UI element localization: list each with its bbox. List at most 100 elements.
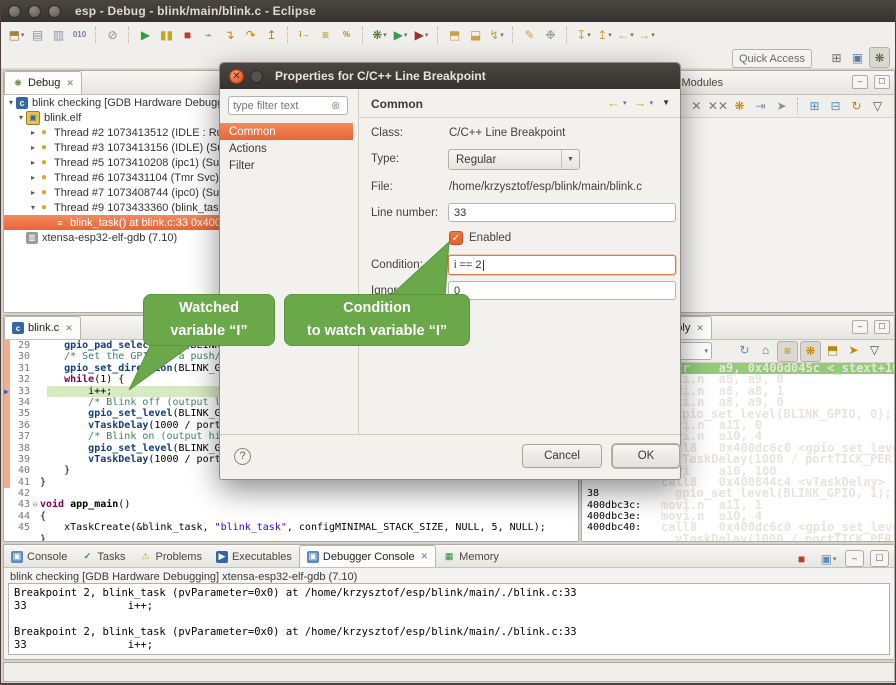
forward-caret-icon[interactable]: ▾ [651,31,655,39]
new-wizard-icon[interactable]: ⬒▾ [7,25,26,44]
run-caret-icon[interactable]: ▾ [404,31,408,39]
forward-caret-icon[interactable]: ▾ [650,99,654,107]
debug-tree-item[interactable]: ▥xtensa-esp32-elf-gdb (7.10) [4,230,232,245]
debug-tree-item[interactable]: ▸●Thread #7 1073408744 (ipc0) (Suspended [4,185,232,200]
last-edit-location-icon[interactable]: ↧▾ [574,25,593,44]
instruction-stepping-icon[interactable]: i→ [295,25,314,44]
mark-occurrences-icon[interactable]: ✎ [520,25,539,44]
condition-field[interactable]: i == 2 [448,255,676,275]
line-number-field[interactable]: 33 [448,203,676,222]
minimize-view-icon[interactable]: – [852,320,868,334]
show-source-icon[interactable]: ≡ [777,341,798,362]
debug-tree-item[interactable]: ▾▣blink.elf [4,110,232,125]
go-to-annotation-icon[interactable]: ↥▾ [595,25,614,44]
tree-expander-icon[interactable]: ▸ [28,143,38,152]
tree-expander-icon[interactable]: ▸ [28,188,38,197]
terminate-console-icon[interactable]: ■ [791,548,812,569]
go-home-icon[interactable]: ⌂ [756,341,775,360]
view-menu-icon[interactable]: ▽ [868,97,887,116]
editor-line[interactable]: 42 [13,488,578,499]
dialog-nav-filter[interactable]: Filter [220,157,353,174]
refresh-icon[interactable]: ↻ [735,341,754,360]
help-icon[interactable]: ? [234,448,251,465]
cpp-perspective-icon[interactable]: ▣ [848,48,867,67]
dialog-window-button[interactable] [250,70,263,83]
refresh-icon[interactable]: ↻ [847,97,866,116]
debug-tree-item[interactable]: ▾cblink checking [GDB Hardware Debugging… [4,95,232,110]
tab-debugger-console[interactable]: ▣Debugger Console✕ [299,545,436,567]
console-output[interactable]: Breakpoint 2, blink_task (pvParameter=0x… [8,583,890,655]
window-minimize-button[interactable] [28,5,41,18]
window-maximize-button[interactable] [48,5,61,18]
select-pointer-icon[interactable]: ➤ [772,97,791,116]
debug-perspective-icon[interactable]: ❋ [869,47,890,68]
back-caret-icon[interactable]: ▾ [630,31,634,39]
debug-tree-item[interactable]: ▸●Thread #6 1073431104 (Tmr Svc) (Suspen [4,170,232,185]
tree-expander-icon[interactable]: ▾ [16,113,26,122]
tree-expander-icon[interactable]: ▾ [6,98,16,107]
dialog-titlebar[interactable]: ✕ Properties for C/C++ Line Breakpoint [220,63,680,89]
tab-tasks[interactable]: ✓Tasks [74,546,132,567]
new-wizard-caret-icon[interactable]: ▾ [21,31,25,39]
collapse-all-icon[interactable]: ⊟ [826,97,845,116]
step-into-icon[interactable]: ↴ [220,25,239,44]
back-icon[interactable]: ←▾ [616,25,635,44]
new-source-file-icon[interactable]: ⬒ [445,25,464,44]
type-dropdown-caret-icon[interactable]: ▼ [561,150,579,169]
editor-line[interactable]: 45 xTaskCreate(&blink_task, "blink_task"… [13,522,578,533]
minimize-view-icon[interactable]: – [852,75,868,89]
debug-icon[interactable]: ❋▾ [370,25,389,44]
minimize-view-icon[interactable]: – [845,550,864,567]
tab-blink-c[interactable]: c blink.c ✕ [4,316,81,339]
view-menu-icon[interactable]: ▽ [865,341,884,360]
dialog-close-button[interactable]: ✕ [229,69,244,84]
go-to-annotation-caret-icon[interactable]: ▾ [608,31,612,39]
tree-expander-icon[interactable]: ▸ [28,158,38,167]
sync-selection-icon[interactable]: ❋ [800,341,821,362]
external-tools-caret-icon[interactable]: ▾ [425,31,429,39]
save-all-icon[interactable]: ▥ [49,25,68,44]
use-step-filters-icon[interactable]: % [337,25,356,44]
forward-icon[interactable]: → [634,95,647,110]
disassembly-line[interactable]: vTaskDelay(1000 / portTICK_PERI [582,534,894,542]
build-caret-icon[interactable]: ▾ [500,31,504,39]
step-return-icon[interactable]: ↥ [262,25,281,44]
maximize-view-icon[interactable]: ☐ [870,550,889,567]
fold-marker-icon[interactable]: ⊖ [30,499,40,510]
tab-blink-c-close-icon[interactable]: ✕ [65,323,73,334]
pin-view-icon[interactable]: ➤ [844,341,863,360]
breakpoint-instruction-pointer-icon[interactable]: ▶ [4,387,13,396]
enabled-checkbox[interactable]: ✓ [449,231,463,245]
tab-executables[interactable]: ▶Executables [209,546,299,567]
back-icon[interactable]: ← [607,95,620,110]
last-edit-location-caret-icon[interactable]: ▾ [587,31,591,39]
save-icon[interactable]: ▤ [28,25,47,44]
debug-tree-item[interactable]: ▾●Thread #9 1073433360 (blink_task : Sus… [4,200,232,215]
tree-expander-icon[interactable]: ▸ [28,173,38,182]
external-tools-icon[interactable]: ▶▾ [412,25,431,44]
remove-all-icon[interactable]: ✕✕ [708,97,728,116]
tab-disassembly-close-icon[interactable]: ✕ [696,323,704,334]
debug-tree-item[interactable]: ▸●Thread #2 1073413512 (IDLE : Running) [4,125,232,140]
ignore-count-field[interactable]: 0 [448,281,676,300]
view-menu-icon[interactable]: ▼ [662,98,670,107]
tree-expander-icon[interactable]: ▸ [28,128,38,137]
resume-icon[interactable]: ▶ [136,25,155,44]
build-icon[interactable]: ↯▾ [487,25,506,44]
search-icon[interactable]: ❉ [541,25,560,44]
display-selected-console-icon[interactable]: ▣▾ [818,548,839,569]
display-selected-console-caret-icon[interactable]: ▾ [833,555,837,563]
maximize-view-icon[interactable]: ☐ [874,320,890,334]
forward-icon[interactable]: →▾ [637,25,656,44]
tree-expander-icon[interactable]: ▾ [28,203,38,212]
expand-all-icon[interactable]: ⊞ [805,97,824,116]
debug-caret-icon[interactable]: ▾ [383,31,387,39]
cancel-button[interactable]: Cancel [522,444,602,468]
run-icon[interactable]: ▶▾ [391,25,410,44]
filter-input[interactable] [229,99,331,113]
type-dropdown[interactable]: Regular ▼ [448,149,580,170]
back-caret-icon[interactable]: ▾ [623,99,627,107]
disconnect-icon[interactable]: ⌁ [199,25,218,44]
tab-debugger-console-close-icon[interactable]: ✕ [421,551,429,562]
skip-all-breakpoints-icon[interactable]: ⊘ [103,25,122,44]
